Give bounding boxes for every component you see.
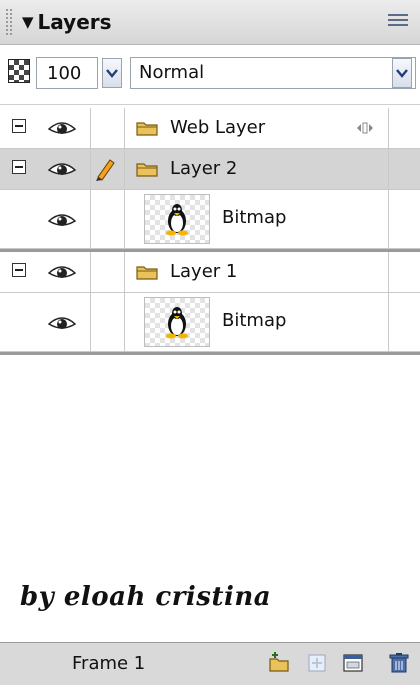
dropdown-arrow-icon — [106, 69, 118, 78]
panel-menu-icon[interactable] — [388, 11, 408, 31]
tux-icon — [166, 307, 188, 339]
collapse-toggle-icon[interactable] — [12, 119, 26, 133]
layer-name[interactable]: Layer 1 — [170, 261, 237, 282]
sublayer-row-bitmap[interactable]: Bitmap — [0, 293, 420, 352]
folder-icon — [136, 163, 158, 177]
sublayer-row-bitmap[interactable]: Bitmap — [0, 190, 420, 249]
new-sublayer-icon[interactable] — [306, 652, 328, 674]
layer-name[interactable]: Web Layer — [170, 117, 265, 138]
folder-icon — [136, 266, 158, 280]
collapse-triangle-icon[interactable]: ▼ — [22, 13, 34, 31]
opacity-icon — [8, 59, 30, 83]
blend-mode-value: Normal — [139, 62, 205, 83]
layer-properties-icon[interactable] — [342, 652, 364, 674]
eye-icon[interactable] — [48, 315, 76, 331]
collapse-toggle-icon[interactable] — [12, 263, 26, 277]
signature-text: by eloah cristina — [20, 582, 272, 612]
folder-icon — [136, 122, 158, 136]
blend-mode-dropdown-button[interactable] — [392, 58, 412, 88]
dropdown-arrow-icon — [396, 69, 408, 78]
panel-title: Layers — [37, 10, 112, 34]
layer-row-layer-2[interactable]: Layer 2 — [0, 149, 420, 190]
pencil-icon — [96, 159, 115, 181]
new-layer-icon[interactable] — [268, 652, 290, 674]
sublayer-name[interactable]: Bitmap — [222, 310, 286, 331]
layers-list: Web Layer Layer 2 Bitmap Layer 1 Bitmap — [0, 108, 420, 355]
status-bar: Frame 1 — [0, 642, 420, 685]
layer-row-web-layer[interactable]: Web Layer — [0, 108, 420, 149]
web-layer-handle-icon[interactable] — [356, 121, 374, 135]
bitmap-thumbnail — [144, 297, 210, 347]
opacity-input[interactable]: 100 — [36, 57, 98, 89]
eye-icon[interactable] — [48, 161, 76, 177]
tux-icon — [166, 204, 188, 236]
collapse-toggle-icon[interactable] — [12, 160, 26, 174]
layer-name[interactable]: Layer 2 — [170, 158, 237, 179]
layer-divider — [0, 352, 420, 355]
panel-title-bar[interactable]: ▼ Layers — [0, 0, 420, 45]
sublayer-name[interactable]: Bitmap — [222, 207, 286, 228]
trash-icon[interactable] — [388, 652, 410, 674]
bitmap-thumbnail — [144, 194, 210, 244]
opacity-dropdown-button[interactable] — [102, 58, 122, 88]
blend-mode-select[interactable]: Normal — [130, 57, 416, 89]
frame-label: Frame 1 — [72, 653, 146, 674]
layer-row-layer-1[interactable]: Layer 1 — [0, 252, 420, 293]
layer-options-toolbar: 100 Normal — [0, 46, 420, 105]
eye-icon[interactable] — [48, 212, 76, 228]
eye-icon[interactable] — [48, 264, 76, 280]
eye-icon[interactable] — [48, 120, 76, 136]
grip-icon[interactable] — [6, 9, 16, 35]
